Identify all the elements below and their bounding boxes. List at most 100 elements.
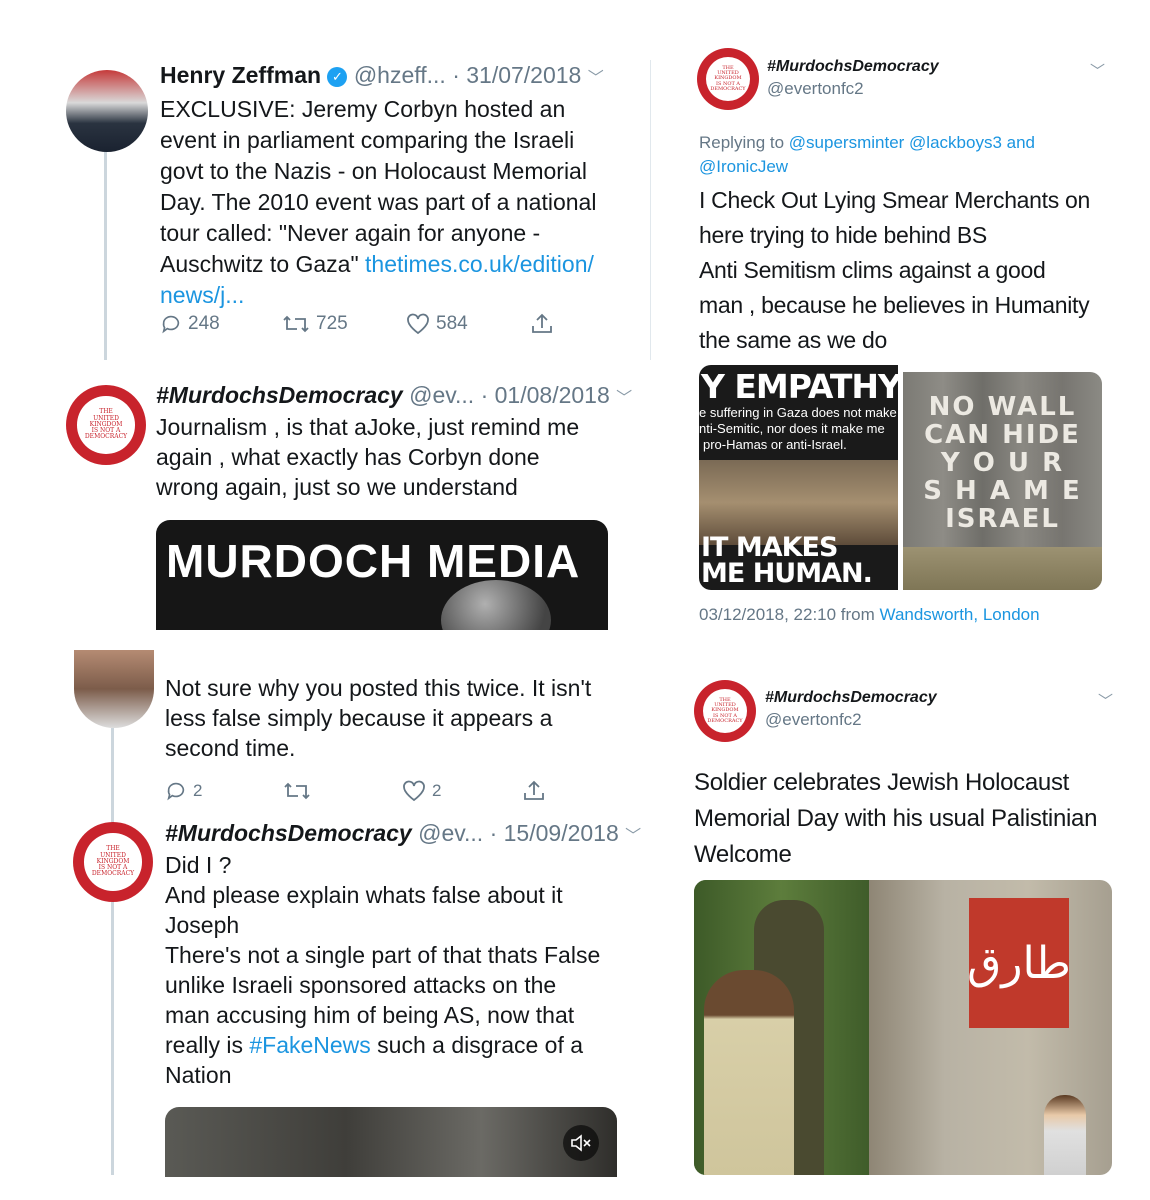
author-name[interactable]: Henry Zeffman (160, 62, 321, 88)
tweet-image[interactable]: طارق (694, 880, 1112, 1175)
author-handle[interactable]: @hzeff... (354, 62, 446, 88)
text-fragment: such a disgrace of a (370, 1032, 584, 1058)
reply-button[interactable]: 248 (160, 313, 220, 335)
tweet-video[interactable] (165, 1107, 617, 1177)
author-handle[interactable]: @ev... (418, 820, 483, 846)
text-line: wrong again, just so we understand (156, 474, 518, 500)
text-line: really is #FakeNews such a disgrace of a (165, 1030, 635, 1060)
text-line: Not sure why you posted this twice. It i… (165, 675, 592, 701)
wall-text: CAN HIDE (924, 420, 1081, 450)
share-button[interactable] (522, 779, 546, 803)
poster-bottom: IT MAKES ME HUMAN. (701, 534, 873, 587)
graffiti-text: طارق (967, 937, 1071, 989)
hashtag-link[interactable]: #FakeNews (249, 1032, 370, 1058)
tweet-date[interactable]: · 15/09/2018 (490, 820, 619, 846)
tweet-text: EXCLUSIVE: Jeremy Corbyn hosted an event… (160, 94, 640, 311)
avatar-badge: THE UNITED KINGDOM IS NOT A DEMOCRACY (705, 56, 751, 102)
avatar[interactable]: THE UNITED KINGDOM IS NOT A DEMOCRACY (697, 48, 759, 110)
tweet-header: #MurdochsDemocracy @ev... · 15/09/2018 ﹀ (165, 820, 641, 847)
wall-ground (903, 547, 1102, 590)
tweet-text: I Check Out Lying Smear Merchants on her… (699, 183, 1119, 358)
text-line: There's not a single part of that thats … (165, 942, 601, 968)
like-count: 584 (436, 313, 468, 334)
mention-link[interactable]: @IronicJew (699, 157, 788, 176)
article-link[interactable]: thetimes.co.uk/edition/ (365, 251, 594, 277)
like-button[interactable]: 2 (402, 780, 441, 802)
text-line: Journalism , is that aJoke, just remind … (156, 414, 580, 440)
chevron-down-icon[interactable]: ﹀ (1098, 690, 1113, 711)
thread-line (111, 728, 114, 823)
timestamp-text: 03/12/2018, 22:10 from (699, 605, 875, 624)
poster-line: e suffering in Gaza does not make (699, 405, 897, 420)
reply-count: 2 (193, 781, 203, 800)
image-small-child (1044, 1095, 1086, 1175)
tweet-image[interactable]: Y EMPATHY e suffering in Gaza does not m… (699, 365, 898, 590)
tweet-image[interactable]: NO WALL CAN HIDE Y O U R S H A M E ISRAE… (903, 372, 1102, 590)
like-count: 2 (432, 781, 442, 800)
author-name[interactable]: #MurdochsDemocracy (156, 382, 403, 408)
retweet-icon (284, 782, 310, 800)
avatar-badge: THE UNITED KINGDOM IS NOT A DEMOCRACY (702, 688, 748, 734)
text-fragment: really is (165, 1032, 250, 1058)
mention-link[interactable]: @lackboys3 (909, 133, 1002, 152)
poster-subtitle: e suffering in Gaza does not make nti-Se… (699, 405, 897, 453)
text-line: man , because he believes in Humanity (699, 292, 1090, 318)
tweet-text: Did I ? And please explain whats false a… (165, 850, 635, 1090)
reply-button[interactable]: 2 (165, 780, 202, 802)
tweet-header: Henry Zeffman ✓ @hzeff... · 31/07/2018 ﹀ (160, 62, 604, 89)
text-line: Anti Semitism clims against a good (699, 257, 1046, 283)
text-line: Soldier celebrates Jewish Holocaust (694, 769, 1070, 796)
poster-line: nti-Semitic, nor does it make me (699, 421, 885, 436)
chevron-down-icon[interactable]: ﹀ (616, 390, 632, 407)
mention-link[interactable]: @supersminter (789, 133, 905, 152)
share-icon (532, 313, 552, 333)
wall-text: Y O U R (940, 448, 1065, 478)
tweet-image[interactable]: MURDOCH MEDIA (156, 520, 608, 630)
image-child (704, 970, 794, 1175)
text-line: again , what exactly has Corbyn done (156, 444, 540, 470)
avatar[interactable]: THE UNITED KINGDOM IS NOT A DEMOCRACY (694, 680, 756, 742)
author-handle[interactable]: @evertonfc2 (765, 710, 862, 730)
chevron-down-icon[interactable]: ﹀ (588, 70, 604, 87)
badge-text: DEMOCRACY (84, 433, 128, 441)
author-handle[interactable]: @ev... (409, 382, 474, 408)
tweet-text: Soldier celebrates Jewish Holocaust Memo… (694, 765, 1124, 873)
author-name[interactable]: #MurdochsDemocracy (765, 689, 937, 707)
image-red-sign: طارق (967, 898, 1071, 1028)
avatar[interactable] (74, 650, 154, 728)
location-link[interactable]: Wandsworth, London (880, 605, 1040, 624)
text-line: tour called: "Never again for anyone - (160, 220, 541, 246)
author-handle[interactable]: @evertonfc2 (767, 79, 864, 99)
heart-icon (403, 780, 425, 802)
text-line: Nation (165, 1062, 232, 1088)
text-line: unlike Israeli sponsored attacks on the (165, 972, 557, 998)
tweet-timestamp: 03/12/2018, 22:10 from Wandsworth, Londo… (699, 605, 1040, 625)
tweet-text: Journalism , is that aJoke, just remind … (156, 412, 626, 502)
chevron-down-icon[interactable]: ﹀ (1090, 60, 1105, 81)
wall-text: NO WALL (928, 392, 1077, 422)
mention-link[interactable]: and (1007, 133, 1035, 152)
avatar-badge: THE UNITED KINGDOM IS NOT A DEMOCRACY (77, 396, 135, 454)
chevron-down-icon[interactable]: ﹀ (625, 828, 641, 845)
text-line: man accusing him of being AS, now that (165, 1002, 575, 1028)
article-link[interactable]: news/j... (160, 280, 640, 311)
author-name[interactable]: #MurdochsDemocracy (767, 58, 939, 76)
text-line: event in parliament comparing the Israel… (160, 127, 575, 153)
text-line: Welcome (694, 841, 792, 868)
text-fragment: Auschwitz to Gaza" (160, 251, 366, 277)
share-button[interactable] (530, 312, 554, 336)
retweet-button[interactable] (283, 780, 311, 802)
avatar[interactable] (66, 70, 148, 152)
tweet-date[interactable]: · 01/08/2018 (481, 382, 610, 408)
retweet-count: 725 (316, 313, 348, 334)
avatar[interactable]: THE UNITED KINGDOM IS NOT A DEMOCRACY (66, 385, 146, 465)
text-line: Memorial Day with his usual Palistinian (694, 805, 1098, 832)
tweet-text: Not sure why you posted this twice. It i… (165, 673, 635, 763)
wall-text: S H A M E (923, 476, 1082, 506)
retweet-button[interactable]: 725 (282, 313, 348, 335)
avatar[interactable]: THE UNITED KINGDOM IS NOT A DEMOCRACY (73, 822, 153, 902)
mute-button[interactable] (563, 1125, 599, 1161)
tweet-date[interactable]: · 31/07/2018 (452, 62, 581, 88)
like-button[interactable]: 584 (406, 313, 468, 335)
author-name[interactable]: #MurdochsDemocracy (165, 820, 412, 846)
